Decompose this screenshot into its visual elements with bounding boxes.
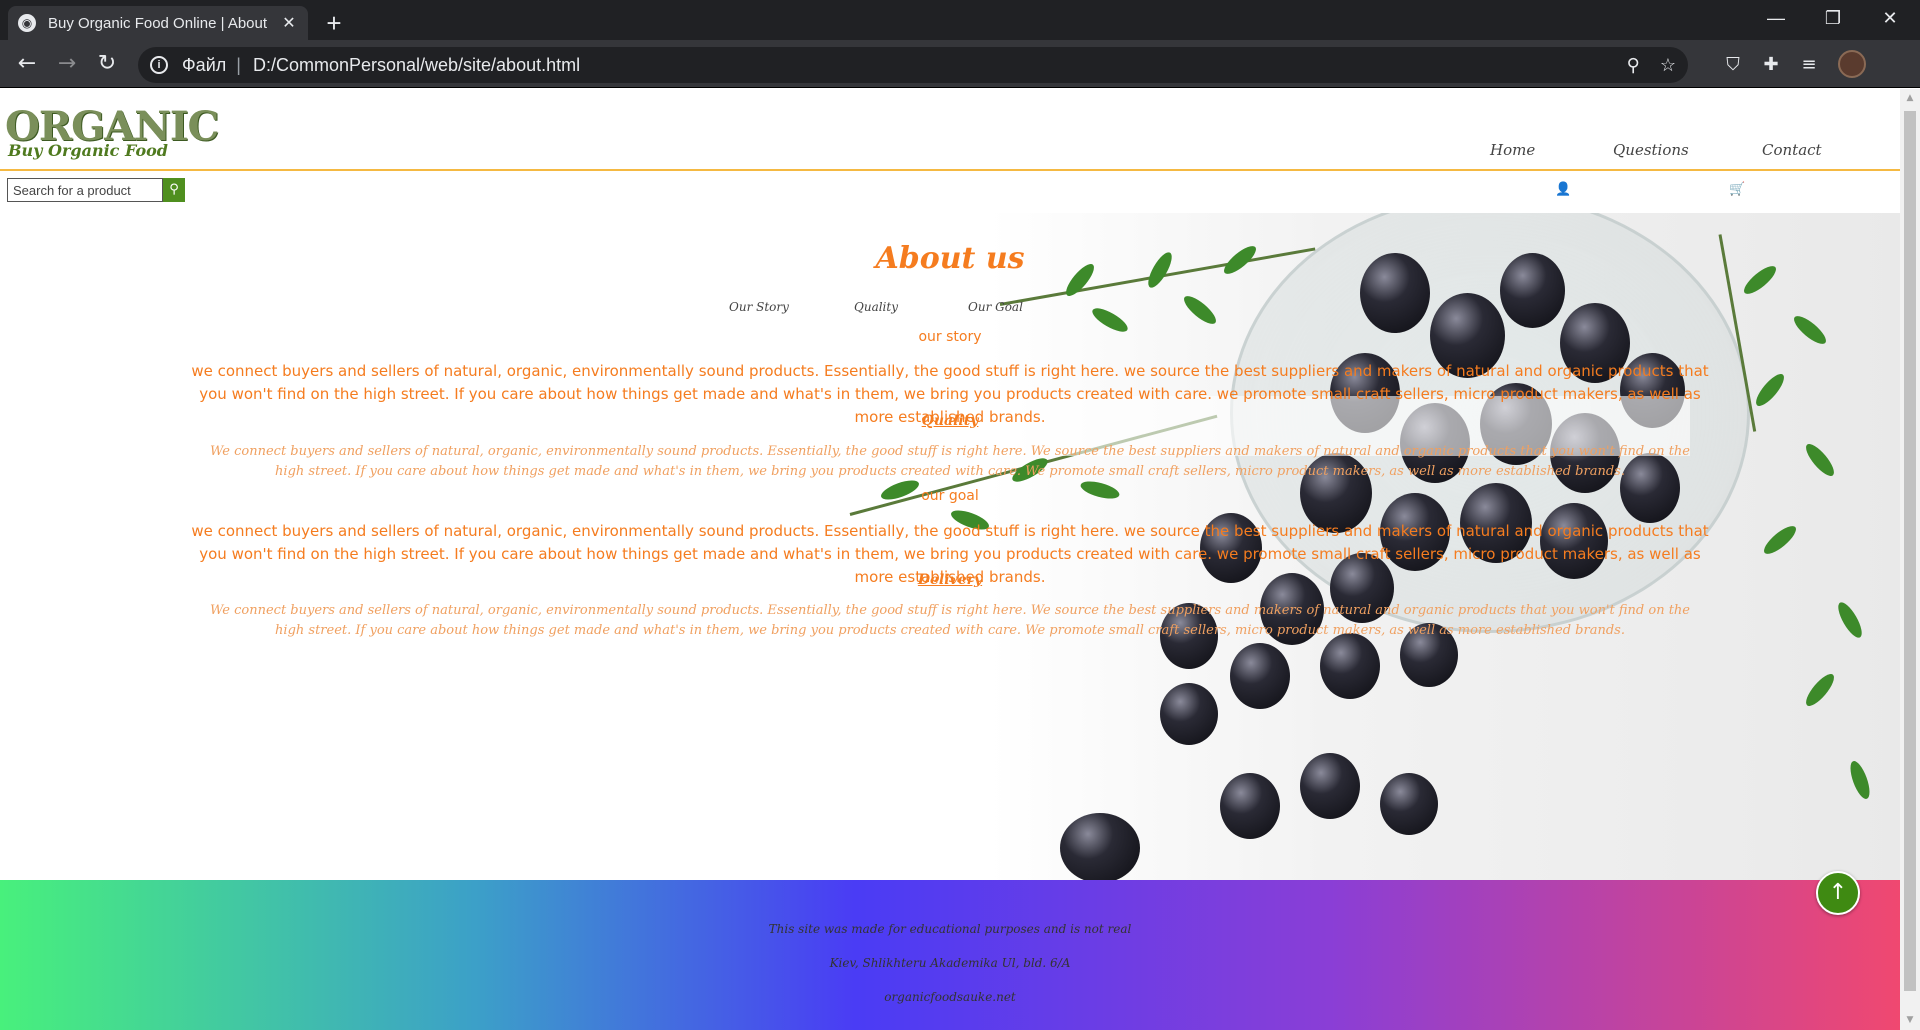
- footer-address: Kiev, Shlikhteru Akademika Ul, bld. 6/A: [829, 956, 1071, 970]
- media-queue-icon[interactable]: ≡: [1794, 50, 1824, 80]
- close-tab-icon[interactable]: ✕: [280, 13, 298, 33]
- bookmark-star-icon[interactable]: ☆: [1660, 55, 1676, 76]
- browser-toolbar: ← → ↻ i Файл | D:/CommonPersonal/web/sit…: [0, 40, 1920, 88]
- search-input[interactable]: [7, 178, 163, 202]
- scroll-to-top-button[interactable]: ↑: [1816, 871, 1860, 915]
- back-button[interactable]: ←: [10, 48, 44, 80]
- profile-avatar[interactable]: [1838, 50, 1866, 78]
- user-icon[interactable]: 👤: [1555, 182, 1571, 197]
- new-tab-button[interactable]: +: [318, 8, 350, 40]
- search-form: ⚲: [7, 178, 185, 202]
- scroll-up-arrow-icon[interactable]: ▲: [1905, 93, 1915, 103]
- subnav-our-goal[interactable]: Our Goal: [968, 300, 1023, 314]
- address-url[interactable]: D:/CommonPersonal/web/site/about.html: [253, 55, 1627, 76]
- section-text-quality: We connect buyers and sellers of natural…: [210, 444, 1690, 479]
- nav-contact[interactable]: Contact: [1762, 141, 1822, 159]
- section-heading-goal: our goal: [921, 488, 979, 504]
- info-icon[interactable]: i: [150, 56, 168, 74]
- search-icon[interactable]: ⚲: [163, 178, 185, 202]
- page-scrollbar[interactable]: ▲ ▼: [1900, 89, 1920, 1030]
- site-footer: This site was made for educational purpo…: [0, 880, 1900, 1030]
- globe-icon: ◉: [18, 14, 36, 32]
- minimize-button[interactable]: —: [1748, 0, 1804, 36]
- section-text-delivery: We connect buyers and sellers of natural…: [210, 603, 1690, 638]
- web-page: ORGANIC Buy Organic Food Home Questions …: [0, 89, 1900, 1030]
- browser-tab[interactable]: ◉ Buy Organic Food Online | About ✕: [8, 6, 308, 40]
- subnav-quality[interactable]: Quality: [854, 300, 898, 314]
- page-title: About us: [875, 241, 1025, 276]
- close-window-button[interactable]: ✕: [1862, 0, 1918, 36]
- restore-button[interactable]: ❐: [1805, 0, 1861, 36]
- nav-home[interactable]: Home: [1490, 141, 1535, 159]
- scroll-down-arrow-icon[interactable]: ▼: [1905, 1015, 1915, 1025]
- footer-disclaimer: This site was made for educational purpo…: [768, 922, 1132, 936]
- tab-title: Buy Organic Food Online | About: [48, 14, 268, 32]
- extensions-puzzle-icon[interactable]: ✚: [1756, 50, 1786, 80]
- site-header: ORGANIC Buy Organic Food Home Questions …: [0, 89, 1900, 171]
- reload-button[interactable]: ↻: [90, 48, 124, 80]
- scheme-label: Файл: [182, 54, 227, 75]
- nav-questions[interactable]: Questions: [1613, 141, 1689, 159]
- logo-tagline: Buy Organic Food: [8, 141, 168, 160]
- forward-button[interactable]: →: [50, 48, 84, 80]
- section-heading-story: our story: [918, 329, 982, 345]
- footer-email[interactable]: organicfoodsauke.net: [0, 990, 1900, 1004]
- address-bar[interactable]: i Файл | D:/CommonPersonal/web/site/abou…: [138, 47, 1688, 83]
- zoom-icon[interactable]: ⚲: [1627, 55, 1640, 76]
- section-heading-quality: Quality: [921, 413, 979, 429]
- about-hero: About us Our Story Quality Our Goal our …: [0, 213, 1900, 880]
- section-heading-delivery: Delivery: [917, 572, 983, 588]
- address-separator: |: [236, 54, 241, 75]
- cart-icon[interactable]: 🛒: [1729, 182, 1745, 197]
- scrollbar-thumb[interactable]: [1904, 111, 1916, 991]
- shield-extension-icon[interactable]: ⛉: [1718, 50, 1748, 80]
- browser-tab-bar: ◉ Buy Organic Food Online | About ✕ + — …: [0, 0, 1920, 40]
- subnav-our-story[interactable]: Our Story: [729, 300, 789, 314]
